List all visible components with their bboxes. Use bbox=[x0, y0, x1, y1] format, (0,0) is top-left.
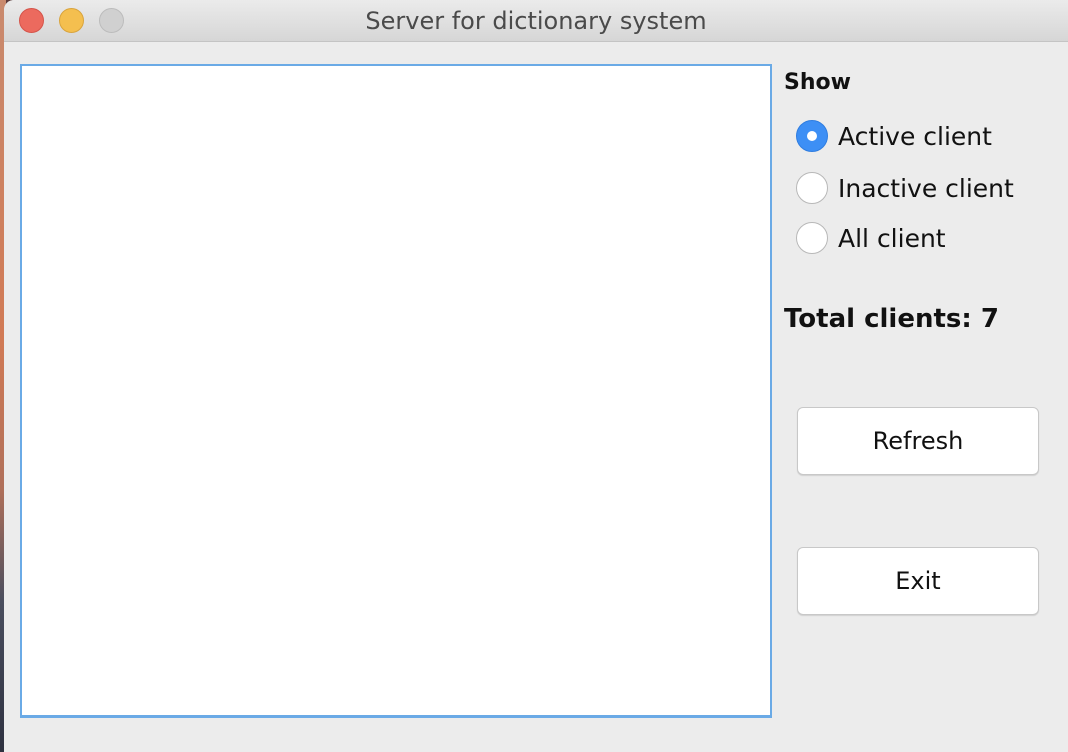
refresh-button[interactable]: Refresh bbox=[797, 407, 1039, 475]
total-clients-label: Total clients: 7 bbox=[784, 304, 999, 334]
radio-label-all[interactable]: All client bbox=[838, 224, 946, 253]
radio-button-selected-icon[interactable] bbox=[796, 120, 828, 152]
title-bar[interactable]: Server for dictionary system bbox=[4, 0, 1068, 42]
radio-all-client[interactable]: All client bbox=[796, 220, 946, 256]
radio-active-client[interactable]: Active client bbox=[796, 118, 992, 154]
radio-inactive-client[interactable]: Inactive client bbox=[796, 170, 1014, 206]
show-heading: Show bbox=[784, 70, 851, 95]
exit-button[interactable]: Exit bbox=[797, 547, 1039, 615]
radio-button-icon[interactable] bbox=[796, 222, 828, 254]
radio-label-active[interactable]: Active client bbox=[838, 122, 992, 151]
radio-label-inactive[interactable]: Inactive client bbox=[838, 174, 1014, 203]
radio-button-icon[interactable] bbox=[796, 172, 828, 204]
window-title: Server for dictionary system bbox=[365, 7, 707, 35]
client-list[interactable] bbox=[20, 64, 772, 718]
radio-dot-icon bbox=[807, 131, 817, 141]
